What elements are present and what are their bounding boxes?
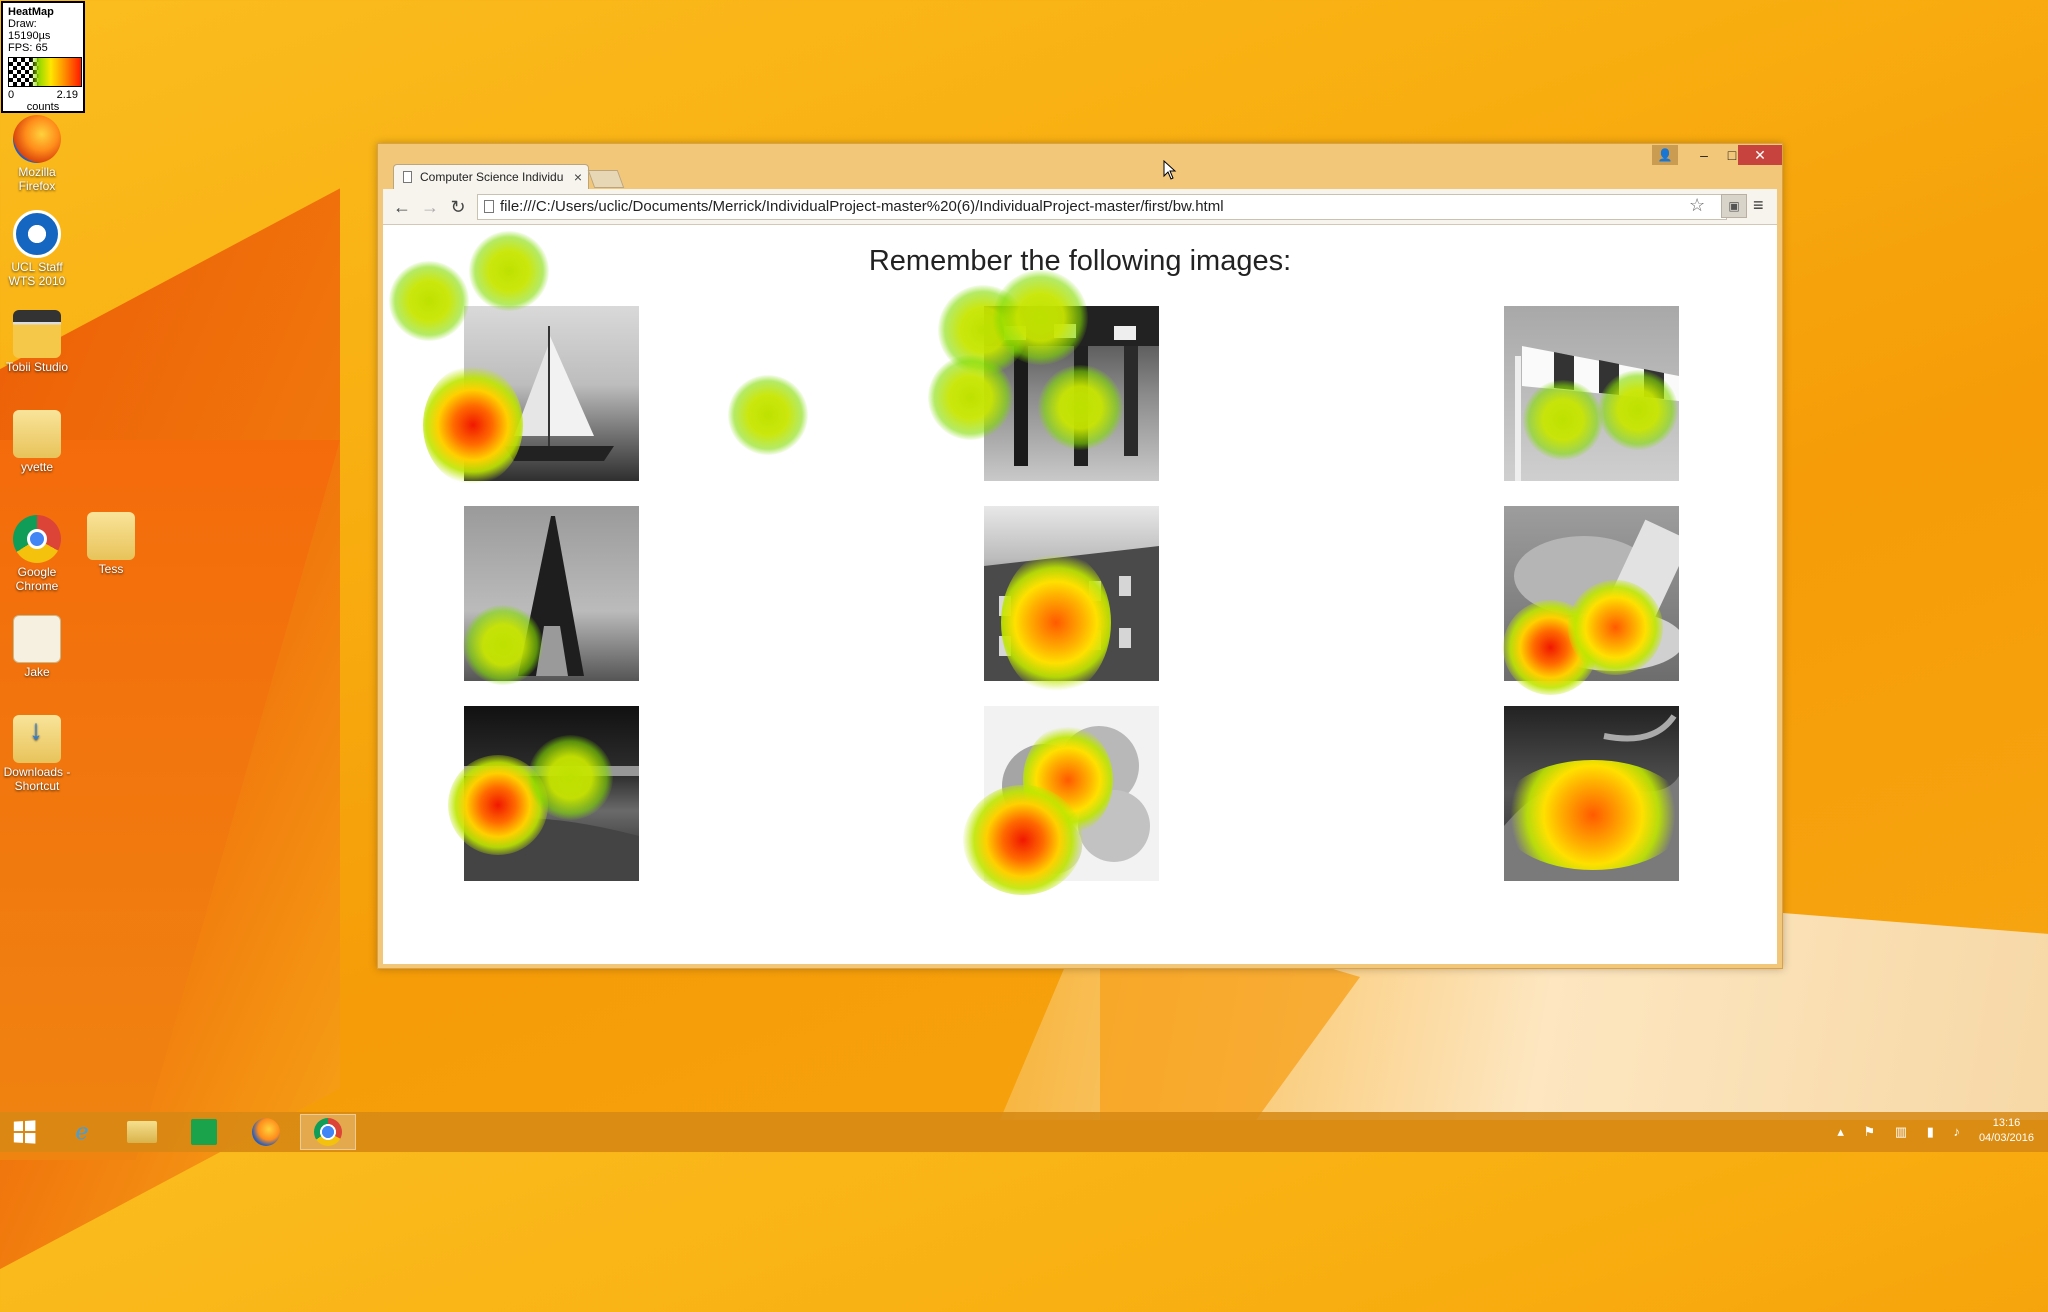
heatmap-fps: FPS: 65 xyxy=(8,42,48,54)
desktop-icon-label: Jake xyxy=(24,665,50,679)
desktop-icon-yvette[interactable]: yvette xyxy=(1,410,73,474)
extension-button[interactable]: ▣ xyxy=(1721,194,1747,218)
browser-tab[interactable]: Computer Science Individu × xyxy=(393,164,589,190)
new-tab-button[interactable] xyxy=(587,170,625,188)
memory-image-building xyxy=(984,506,1159,681)
memory-image-bread xyxy=(1504,506,1679,681)
chrome-icon xyxy=(13,515,61,563)
heatmap-units: counts xyxy=(26,101,60,113)
memory-image-runners xyxy=(984,306,1159,481)
browser-window: 👤 – □ ✕ Computer Science Individu × ← → … xyxy=(377,143,1783,969)
page-viewport: Remember the following images: xyxy=(383,225,1777,964)
downloads-shortcut-icon xyxy=(13,715,61,763)
url-text: file:///C:/Users/uclic/Documents/Merrick… xyxy=(500,198,1224,215)
desktop-icon-ucl-staff[interactable]: UCL Staff WTS 2010 xyxy=(1,210,73,288)
heatmap-draw-time: Draw: 15190µs xyxy=(8,18,51,42)
windows-logo-icon xyxy=(13,1120,36,1144)
desktop-icon-firefox[interactable]: Mozilla Firefox xyxy=(1,115,73,193)
building-image xyxy=(984,546,1159,681)
folder-icon xyxy=(13,410,61,458)
minimize-button[interactable]: – xyxy=(1690,145,1718,165)
dragon-image xyxy=(1504,714,1679,881)
windsock-image xyxy=(1515,346,1679,481)
address-bar[interactable]: file:///C:/Users/uclic/Documents/Merrick… xyxy=(477,194,1727,220)
mouse-cursor-icon xyxy=(1163,160,1177,180)
desktop-icon-tess[interactable]: Tess xyxy=(75,512,147,576)
firefox-icon[interactable] xyxy=(238,1114,294,1150)
tab-close-icon[interactable]: × xyxy=(574,165,582,189)
close-button[interactable]: ✕ xyxy=(1738,145,1782,165)
desktop-icon-label: yvette xyxy=(20,460,53,474)
desktop-icon-downloads[interactable]: Downloads - Shortcut xyxy=(1,715,73,793)
clock-date: 04/03/2016 xyxy=(1978,1132,2034,1144)
back-button[interactable]: ← xyxy=(391,196,413,218)
bread-image xyxy=(1514,519,1679,671)
heatmap-legend: HeatMap Draw: 15190µs FPS: 65 0 2.19 cou… xyxy=(1,1,85,113)
eiffel-tower-image xyxy=(518,516,584,676)
desktop-icon-label: Downloads - Shortcut xyxy=(3,765,71,793)
memory-image-ship xyxy=(464,306,639,481)
desktop-icon-jake[interactable]: Jake xyxy=(1,615,73,679)
forward-button[interactable]: → xyxy=(419,196,441,218)
runners-image xyxy=(984,306,1159,466)
ship-image xyxy=(504,326,614,461)
desktop-icon-tobii-studio[interactable]: Tobii Studio xyxy=(1,310,73,374)
clock-time: 13:16 xyxy=(1992,1117,2021,1129)
desktop-icon-label: Tobii Studio xyxy=(5,360,69,374)
folder-icon xyxy=(87,512,135,560)
firefox-icon xyxy=(13,115,61,163)
heatmap-scale-min: 0 xyxy=(8,89,15,101)
oranges-image xyxy=(1002,726,1150,874)
memory-image-windsock xyxy=(1504,306,1679,481)
memory-image-night-city xyxy=(464,706,639,881)
desktop-icon-label: UCL Staff WTS 2010 xyxy=(8,260,66,288)
desktop-icon-label: Tess xyxy=(98,562,124,576)
memory-image-dragon xyxy=(1504,706,1679,881)
file-explorer-icon[interactable] xyxy=(114,1114,170,1150)
browser-toolbar: ← → ↻ file:///C:/Users/uclic/Documents/M… xyxy=(383,189,1777,225)
page-icon xyxy=(484,200,494,213)
night-city-image xyxy=(464,766,639,881)
page-icon xyxy=(403,171,412,183)
chrome-icon[interactable] xyxy=(300,1114,356,1150)
desktop-icon-label: Google Chrome xyxy=(15,565,59,593)
page-heading: Remember the following images: xyxy=(868,245,1292,277)
heatmap-scale-max: 2.19 xyxy=(56,89,78,101)
bookmark-star-icon[interactable]: ☆ xyxy=(1689,195,1705,216)
taskbar: ℯ ▴ ⚑ ▥ ▮ ♪ 13:16 04/03/2016 xyxy=(0,1112,2048,1152)
heatmap-color-scale xyxy=(8,57,82,87)
desktop-icon-google-chrome[interactable]: Google Chrome xyxy=(1,515,73,593)
system-tray[interactable]: ▴ ⚑ ▥ ▮ ♪ xyxy=(1837,1124,1968,1140)
profile-button[interactable]: 👤 xyxy=(1652,145,1678,165)
start-button[interactable] xyxy=(0,1114,48,1150)
reload-button[interactable]: ↻ xyxy=(447,196,469,218)
gaze-heat-spot xyxy=(728,375,808,455)
store-icon[interactable] xyxy=(176,1114,232,1150)
clock[interactable]: 13:16 04/03/2016 xyxy=(1979,1116,2034,1146)
tobii-studio-icon xyxy=(13,310,61,358)
memory-image-eiffel-tower xyxy=(464,506,639,681)
desktop-icon-label: Mozilla Firefox xyxy=(18,165,56,193)
user-icon: 👤 xyxy=(1657,148,1673,162)
internet-explorer-icon[interactable]: ℯ xyxy=(54,1114,110,1150)
tab-title: Computer Science Individu xyxy=(420,170,564,184)
heatmap-legend-title: HeatMap xyxy=(8,6,54,18)
document-icon xyxy=(13,615,61,663)
memory-image-oranges xyxy=(984,706,1159,881)
remote-desktop-icon xyxy=(13,210,61,258)
menu-icon[interactable]: ≡ xyxy=(1753,195,1764,216)
